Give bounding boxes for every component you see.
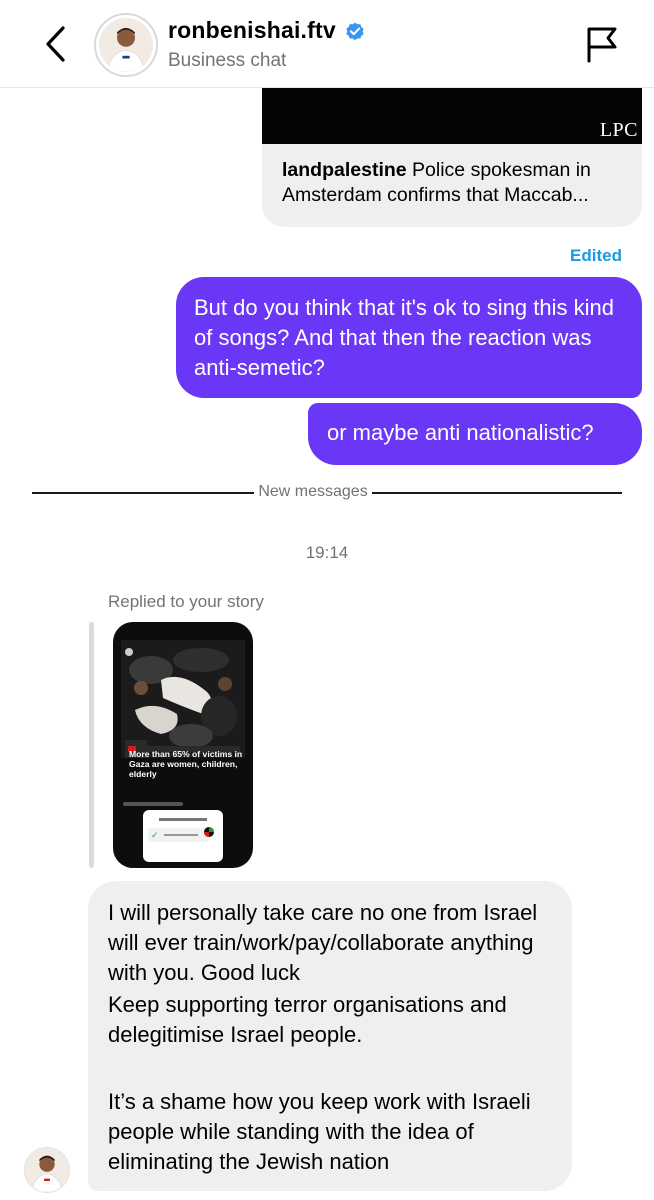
new-messages-divider: New messages [0, 478, 654, 508]
sender-avatar-image [25, 1148, 69, 1192]
profile-avatar[interactable] [94, 13, 158, 77]
story-headline: More than 65% of victims in Gaza are wom… [129, 749, 243, 779]
chat-subtitle: Business chat [168, 50, 287, 71]
report-flag-button[interactable] [584, 24, 620, 64]
reply-indicator-bar [89, 622, 94, 868]
sticker-option-strip [164, 834, 198, 836]
shared-post-caption: landpalestine Police spokesman in Amster… [282, 158, 627, 208]
divider-line [372, 492, 622, 494]
edited-label[interactable]: Edited [570, 246, 622, 266]
sticker-logo-icon [204, 827, 214, 837]
new-messages-label: New messages [258, 483, 368, 500]
story-caption-strip [123, 802, 183, 806]
incoming-message-paragraph: Keep supporting terror organisations and… [108, 992, 507, 1047]
outgoing-message[interactable]: or maybe anti nationalistic? [308, 403, 642, 465]
flag-icon [587, 27, 617, 63]
post-watermark: LPC [599, 119, 638, 141]
shared-post-account[interactable]: landpalestine [282, 159, 407, 181]
incoming-message-paragraph: I will personally take care no one from … [108, 900, 538, 985]
sticker-option: ✓ [148, 828, 208, 842]
message-timestamp: 19:14 [305, 543, 349, 562]
avatar-image [99, 18, 153, 72]
back-button[interactable] [36, 22, 76, 66]
outgoing-message[interactable]: But do you think that it's ok to sing th… [176, 277, 642, 398]
shared-post-card[interactable]: LPC landpalestine Police spokesman in Am… [262, 88, 642, 227]
incoming-message[interactable]: I will personally take care no one from … [88, 881, 572, 1191]
incoming-message-paragraph: It’s a shame how you keep work with Isra… [108, 1089, 531, 1174]
verified-badge-icon [346, 22, 364, 40]
divider-line [32, 492, 254, 494]
chat-header: ronbenishai.ftv Business chat [0, 0, 654, 88]
shared-post-media[interactable]: LPC [262, 88, 642, 144]
sender-avatar[interactable] [24, 1147, 70, 1193]
replied-to-story-label: Replied to your story [108, 592, 264, 611]
story-photo [121, 640, 245, 758]
story-poll-sticker: ✓ [143, 810, 223, 862]
sticker-title-strip [159, 818, 207, 821]
chevron-left-icon [46, 26, 65, 62]
story-thumbnail[interactable]: More than 65% of victims in Gaza are wom… [113, 622, 253, 868]
chat-username[interactable]: ronbenishai.ftv [168, 17, 336, 44]
username-row[interactable]: ronbenishai.ftv [168, 17, 366, 44]
check-icon: ✓ [151, 830, 159, 840]
